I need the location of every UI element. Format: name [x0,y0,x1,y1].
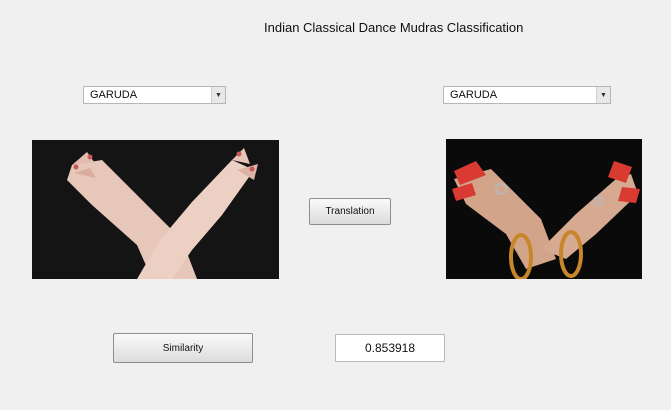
page-title: Indian Classical Dance Mudras Classifica… [264,20,524,35]
translation-button[interactable]: Translation [309,198,391,225]
dropdown-arrow-icon[interactable]: ▼ [596,87,610,103]
left-mudra-dropdown[interactable]: GARUDA ▼ [83,86,226,104]
dropdown-arrow-icon[interactable]: ▼ [211,87,225,103]
right-mudra-selected: GARUDA [450,89,498,101]
similarity-button[interactable]: Similarity [113,333,253,363]
similarity-value-field: 0.853918 [335,334,445,362]
left-hands-image [32,140,279,279]
left-mudra-selected: GARUDA [90,89,138,101]
left-hands-drawing [32,140,279,279]
right-hands-drawing [446,139,642,279]
right-hands-image [446,139,642,279]
right-mudra-dropdown[interactable]: GARUDA ▼ [443,86,611,104]
